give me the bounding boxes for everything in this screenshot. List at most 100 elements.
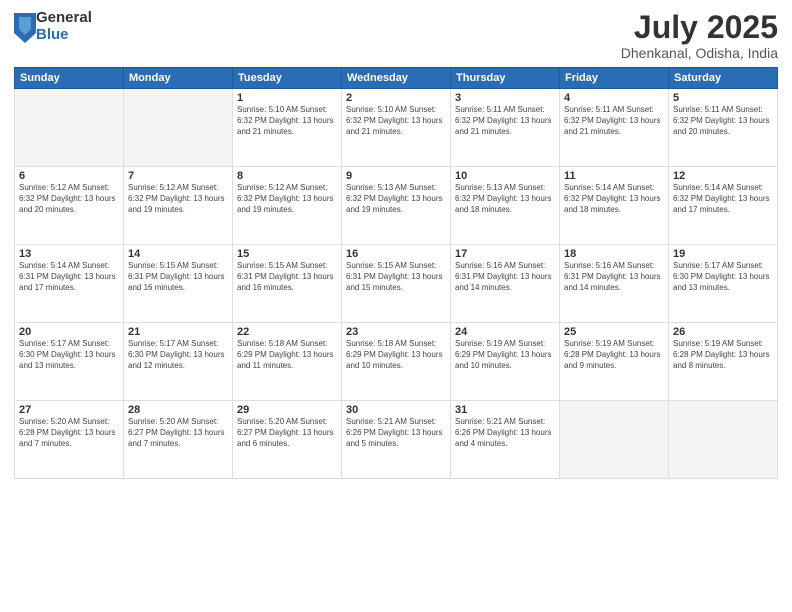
day-number: 2 bbox=[346, 92, 446, 104]
table-row: 12Sunrise: 5:14 AM Sunset: 6:32 PM Dayli… bbox=[669, 167, 778, 245]
logo: General Blue bbox=[14, 10, 92, 43]
table-row: 5Sunrise: 5:11 AM Sunset: 6:32 PM Daylig… bbox=[669, 89, 778, 167]
day-number: 17 bbox=[455, 248, 555, 260]
day-info: Sunrise: 5:17 AM Sunset: 6:30 PM Dayligh… bbox=[673, 261, 773, 293]
day-number: 8 bbox=[237, 170, 337, 182]
day-number: 23 bbox=[346, 326, 446, 338]
day-info: Sunrise: 5:12 AM Sunset: 6:32 PM Dayligh… bbox=[128, 183, 228, 215]
day-info: Sunrise: 5:11 AM Sunset: 6:32 PM Dayligh… bbox=[455, 105, 555, 137]
logo-general-text: General bbox=[36, 10, 92, 27]
day-info: Sunrise: 5:18 AM Sunset: 6:29 PM Dayligh… bbox=[346, 339, 446, 371]
day-info: Sunrise: 5:19 AM Sunset: 6:28 PM Dayligh… bbox=[673, 339, 773, 371]
day-number: 29 bbox=[237, 404, 337, 416]
day-number: 13 bbox=[19, 248, 119, 260]
day-info: Sunrise: 5:11 AM Sunset: 6:32 PM Dayligh… bbox=[564, 105, 664, 137]
day-info: Sunrise: 5:13 AM Sunset: 6:32 PM Dayligh… bbox=[346, 183, 446, 215]
day-info: Sunrise: 5:12 AM Sunset: 6:32 PM Dayligh… bbox=[237, 183, 337, 215]
day-info: Sunrise: 5:13 AM Sunset: 6:32 PM Dayligh… bbox=[455, 183, 555, 215]
day-info: Sunrise: 5:14 AM Sunset: 6:31 PM Dayligh… bbox=[19, 261, 119, 293]
logo-icon bbox=[14, 13, 34, 41]
table-row: 21Sunrise: 5:17 AM Sunset: 6:30 PM Dayli… bbox=[124, 323, 233, 401]
day-info: Sunrise: 5:16 AM Sunset: 6:31 PM Dayligh… bbox=[564, 261, 664, 293]
day-number: 28 bbox=[128, 404, 228, 416]
table-row bbox=[560, 401, 669, 479]
day-info: Sunrise: 5:14 AM Sunset: 6:32 PM Dayligh… bbox=[673, 183, 773, 215]
day-number: 19 bbox=[673, 248, 773, 260]
day-number: 10 bbox=[455, 170, 555, 182]
table-row: 13Sunrise: 5:14 AM Sunset: 6:31 PM Dayli… bbox=[15, 245, 124, 323]
day-number: 20 bbox=[19, 326, 119, 338]
calendar-week-row: 20Sunrise: 5:17 AM Sunset: 6:30 PM Dayli… bbox=[15, 323, 778, 401]
day-number: 3 bbox=[455, 92, 555, 104]
day-number: 31 bbox=[455, 404, 555, 416]
table-row: 27Sunrise: 5:20 AM Sunset: 6:28 PM Dayli… bbox=[15, 401, 124, 479]
day-info: Sunrise: 5:15 AM Sunset: 6:31 PM Dayligh… bbox=[346, 261, 446, 293]
day-info: Sunrise: 5:17 AM Sunset: 6:30 PM Dayligh… bbox=[128, 339, 228, 371]
calendar-week-row: 6Sunrise: 5:12 AM Sunset: 6:32 PM Daylig… bbox=[15, 167, 778, 245]
table-row: 15Sunrise: 5:15 AM Sunset: 6:31 PM Dayli… bbox=[233, 245, 342, 323]
day-number: 4 bbox=[564, 92, 664, 104]
table-row: 18Sunrise: 5:16 AM Sunset: 6:31 PM Dayli… bbox=[560, 245, 669, 323]
table-row: 3Sunrise: 5:11 AM Sunset: 6:32 PM Daylig… bbox=[451, 89, 560, 167]
day-info: Sunrise: 5:16 AM Sunset: 6:31 PM Dayligh… bbox=[455, 261, 555, 293]
day-info: Sunrise: 5:15 AM Sunset: 6:31 PM Dayligh… bbox=[237, 261, 337, 293]
table-row bbox=[15, 89, 124, 167]
header-monday: Monday bbox=[124, 68, 233, 89]
day-number: 21 bbox=[128, 326, 228, 338]
day-info: Sunrise: 5:20 AM Sunset: 6:27 PM Dayligh… bbox=[128, 417, 228, 449]
calendar-week-row: 13Sunrise: 5:14 AM Sunset: 6:31 PM Dayli… bbox=[15, 245, 778, 323]
day-info: Sunrise: 5:21 AM Sunset: 6:26 PM Dayligh… bbox=[455, 417, 555, 449]
calendar-week-row: 27Sunrise: 5:20 AM Sunset: 6:28 PM Dayli… bbox=[15, 401, 778, 479]
day-info: Sunrise: 5:20 AM Sunset: 6:28 PM Dayligh… bbox=[19, 417, 119, 449]
day-number: 18 bbox=[564, 248, 664, 260]
table-row: 10Sunrise: 5:13 AM Sunset: 6:32 PM Dayli… bbox=[451, 167, 560, 245]
table-row bbox=[124, 89, 233, 167]
table-row: 19Sunrise: 5:17 AM Sunset: 6:30 PM Dayli… bbox=[669, 245, 778, 323]
day-info: Sunrise: 5:12 AM Sunset: 6:32 PM Dayligh… bbox=[19, 183, 119, 215]
day-info: Sunrise: 5:17 AM Sunset: 6:30 PM Dayligh… bbox=[19, 339, 119, 371]
day-number: 22 bbox=[237, 326, 337, 338]
day-number: 6 bbox=[19, 170, 119, 182]
month-title: July 2025 bbox=[621, 10, 778, 45]
table-row: 22Sunrise: 5:18 AM Sunset: 6:29 PM Dayli… bbox=[233, 323, 342, 401]
day-info: Sunrise: 5:20 AM Sunset: 6:27 PM Dayligh… bbox=[237, 417, 337, 449]
day-number: 25 bbox=[564, 326, 664, 338]
table-row: 7Sunrise: 5:12 AM Sunset: 6:32 PM Daylig… bbox=[124, 167, 233, 245]
table-row: 17Sunrise: 5:16 AM Sunset: 6:31 PM Dayli… bbox=[451, 245, 560, 323]
table-row bbox=[669, 401, 778, 479]
header-saturday: Saturday bbox=[669, 68, 778, 89]
day-number: 9 bbox=[346, 170, 446, 182]
table-row: 14Sunrise: 5:15 AM Sunset: 6:31 PM Dayli… bbox=[124, 245, 233, 323]
header-friday: Friday bbox=[560, 68, 669, 89]
page: General Blue July 2025 Dhenkanal, Odisha… bbox=[0, 0, 792, 612]
day-info: Sunrise: 5:21 AM Sunset: 6:26 PM Dayligh… bbox=[346, 417, 446, 449]
table-row: 8Sunrise: 5:12 AM Sunset: 6:32 PM Daylig… bbox=[233, 167, 342, 245]
table-row: 28Sunrise: 5:20 AM Sunset: 6:27 PM Dayli… bbox=[124, 401, 233, 479]
day-info: Sunrise: 5:15 AM Sunset: 6:31 PM Dayligh… bbox=[128, 261, 228, 293]
table-row: 23Sunrise: 5:18 AM Sunset: 6:29 PM Dayli… bbox=[342, 323, 451, 401]
header-sunday: Sunday bbox=[15, 68, 124, 89]
day-number: 26 bbox=[673, 326, 773, 338]
table-row: 4Sunrise: 5:11 AM Sunset: 6:32 PM Daylig… bbox=[560, 89, 669, 167]
table-row: 29Sunrise: 5:20 AM Sunset: 6:27 PM Dayli… bbox=[233, 401, 342, 479]
day-number: 30 bbox=[346, 404, 446, 416]
header-tuesday: Tuesday bbox=[233, 68, 342, 89]
table-row: 24Sunrise: 5:19 AM Sunset: 6:29 PM Dayli… bbox=[451, 323, 560, 401]
day-info: Sunrise: 5:10 AM Sunset: 6:32 PM Dayligh… bbox=[237, 105, 337, 137]
table-row: 25Sunrise: 5:19 AM Sunset: 6:28 PM Dayli… bbox=[560, 323, 669, 401]
day-info: Sunrise: 5:10 AM Sunset: 6:32 PM Dayligh… bbox=[346, 105, 446, 137]
day-info: Sunrise: 5:19 AM Sunset: 6:28 PM Dayligh… bbox=[564, 339, 664, 371]
day-number: 11 bbox=[564, 170, 664, 182]
day-number: 14 bbox=[128, 248, 228, 260]
day-number: 5 bbox=[673, 92, 773, 104]
day-number: 15 bbox=[237, 248, 337, 260]
table-row: 11Sunrise: 5:14 AM Sunset: 6:32 PM Dayli… bbox=[560, 167, 669, 245]
day-number: 24 bbox=[455, 326, 555, 338]
table-row: 9Sunrise: 5:13 AM Sunset: 6:32 PM Daylig… bbox=[342, 167, 451, 245]
title-area: July 2025 Dhenkanal, Odisha, India bbox=[621, 10, 778, 61]
day-info: Sunrise: 5:19 AM Sunset: 6:29 PM Dayligh… bbox=[455, 339, 555, 371]
calendar-header-row: Sunday Monday Tuesday Wednesday Thursday… bbox=[15, 68, 778, 89]
table-row: 6Sunrise: 5:12 AM Sunset: 6:32 PM Daylig… bbox=[15, 167, 124, 245]
table-row: 30Sunrise: 5:21 AM Sunset: 6:26 PM Dayli… bbox=[342, 401, 451, 479]
table-row: 16Sunrise: 5:15 AM Sunset: 6:31 PM Dayli… bbox=[342, 245, 451, 323]
